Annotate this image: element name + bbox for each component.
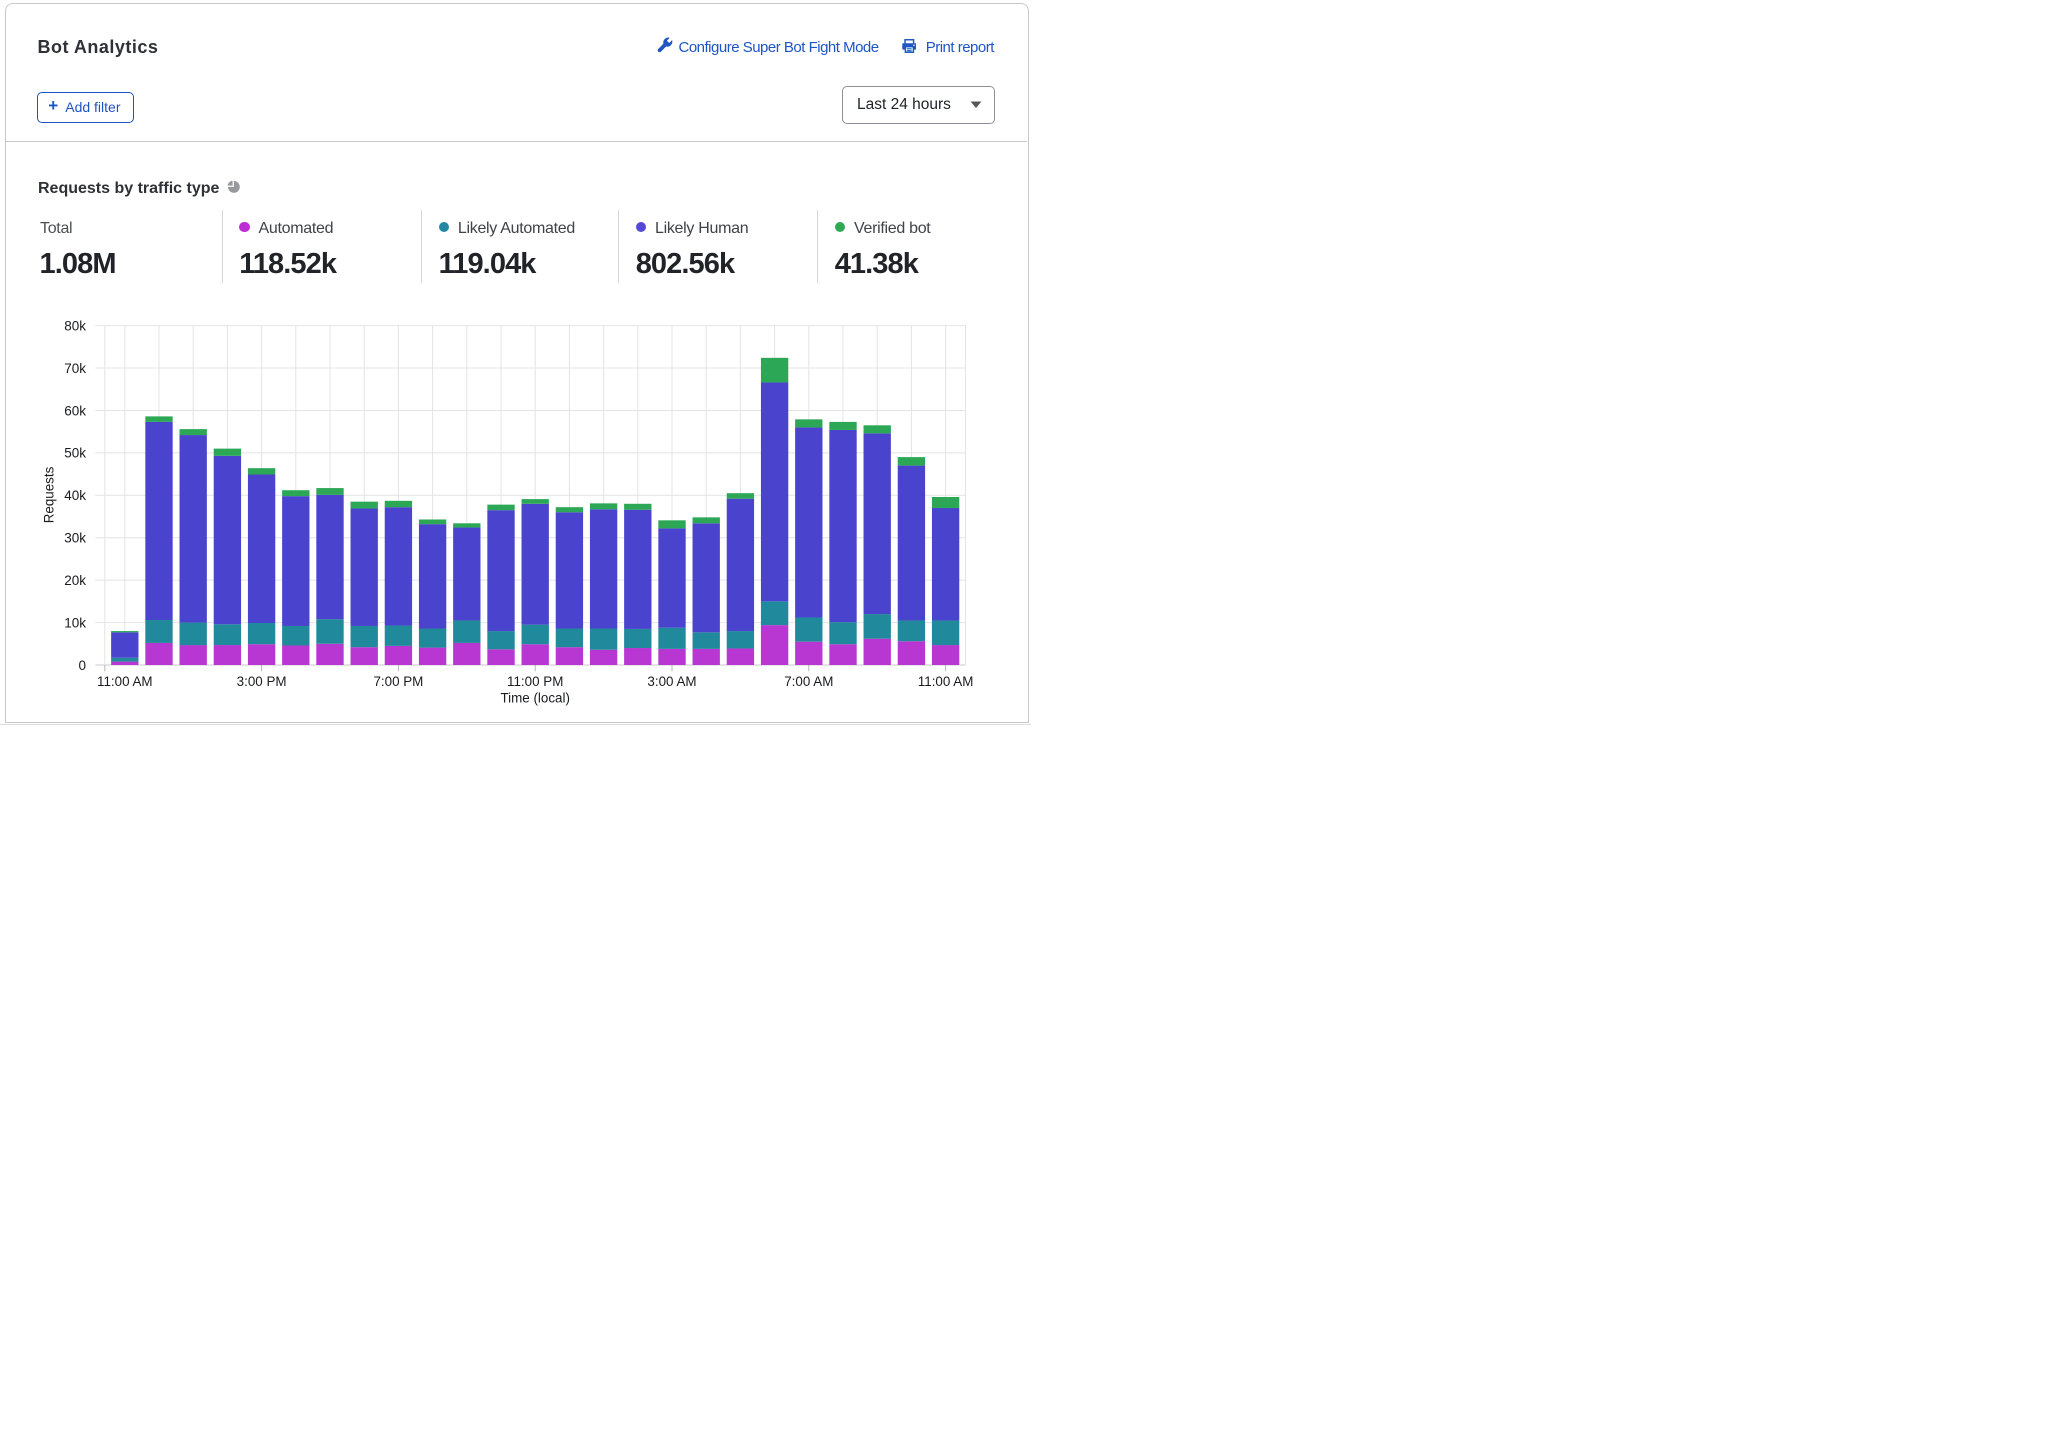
svg-text:7:00 AM: 7:00 AM — [784, 674, 833, 689]
svg-text:20k: 20k — [64, 573, 86, 588]
svg-text:40k: 40k — [64, 488, 86, 503]
svg-text:10k: 10k — [64, 615, 86, 630]
svg-text:70k: 70k — [64, 361, 86, 376]
svg-text:11:00 PM: 11:00 PM — [507, 674, 563, 689]
svg-text:7:00 PM: 7:00 PM — [373, 674, 423, 689]
svg-text:3:00 PM: 3:00 PM — [237, 674, 287, 689]
svg-text:Time (local): Time (local) — [500, 690, 569, 705]
svg-text:60k: 60k — [64, 403, 86, 418]
svg-text:50k: 50k — [64, 446, 86, 461]
svg-text:3:00 AM: 3:00 AM — [647, 674, 696, 689]
svg-text:80k: 80k — [64, 318, 86, 333]
svg-text:30k: 30k — [64, 531, 86, 546]
svg-text:Requests: Requests — [42, 466, 57, 523]
svg-text:11:00 AM: 11:00 AM — [97, 674, 153, 689]
svg-text:11:00 AM: 11:00 AM — [918, 674, 974, 689]
svg-text:0: 0 — [78, 658, 86, 673]
